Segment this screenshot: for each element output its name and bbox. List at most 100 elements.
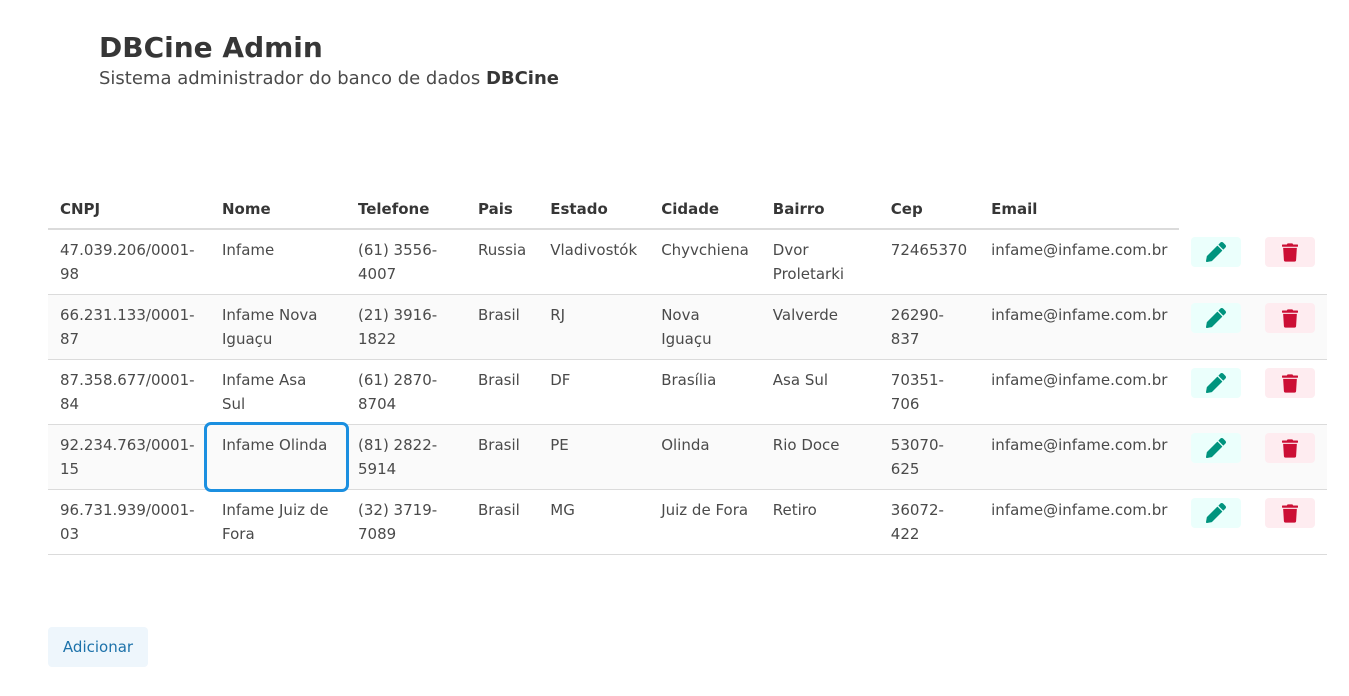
- column-header-pais: Pais: [466, 190, 539, 230]
- cell-email-text: infame@infame.com.br: [991, 241, 1168, 259]
- cell-pais-text: Brasil: [478, 436, 520, 454]
- cell-cidade-text: Nova Iguaçu: [661, 306, 712, 348]
- cell-nome-text: Infame: [222, 241, 275, 259]
- trash-icon: [1282, 503, 1299, 523]
- cell-email-text: infame@infame.com.br: [991, 436, 1168, 454]
- column-header-estado: Estado: [538, 190, 650, 230]
- cell-edit: [1179, 359, 1254, 425]
- cell-bairro: Valverde: [760, 294, 879, 360]
- cell-estado: MG: [538, 489, 650, 555]
- column-header-email: Email: [979, 190, 1180, 230]
- column-header-edit: [1179, 190, 1253, 229]
- cell-bairro: Rio Doce: [760, 424, 879, 490]
- table-row: 87.358.677/0001-84 Infame Asa Sul (61) 287…: [48, 359, 1328, 425]
- cell-estado: PE: [538, 424, 650, 490]
- pencil-glyph: [1206, 373, 1227, 393]
- trash-icon: [1282, 308, 1299, 328]
- cell-email-text: infame@infame.com.br: [991, 371, 1168, 389]
- delete-button[interactable]: [1265, 303, 1316, 333]
- cell-estado-text: DF: [550, 371, 571, 389]
- cell-cnpj: 66.231.133/0001-87: [48, 294, 210, 360]
- page-subtitle: Sistema administrador do banco de dados …: [99, 66, 559, 92]
- cell-delete: [1253, 424, 1328, 490]
- cell-pais: Brasil: [466, 294, 539, 360]
- trash-glyph: [1282, 308, 1299, 328]
- cell-cidade: Juiz de Fora: [649, 489, 761, 555]
- cell-delete: [1253, 359, 1328, 425]
- cell-estado-text: PE: [550, 436, 569, 454]
- cell-cnpj-text: 96.731.939/0001-03: [60, 501, 195, 543]
- edit-button[interactable]: [1191, 498, 1242, 528]
- cell-telefone-text: (32) 3719-7089: [358, 501, 438, 543]
- cell-cep: 70351-706: [878, 359, 980, 425]
- column-header-nome: Nome: [210, 190, 346, 230]
- cell-cep-text: 36072-422: [890, 501, 944, 543]
- cell-cnpj: 87.358.677/0001-84: [48, 359, 210, 425]
- cell-telefone-text: (21) 3916-1822: [358, 306, 438, 348]
- cell-edit: [1179, 424, 1254, 490]
- trash-icon: [1282, 373, 1299, 393]
- pencil-glyph: [1206, 308, 1227, 328]
- cell-email-text: infame@infame.com.br: [991, 501, 1168, 519]
- cell-pais: Brasil: [466, 424, 539, 490]
- cell-email: infame@infame.com.br: [979, 294, 1180, 360]
- edit-button[interactable]: [1191, 303, 1242, 333]
- delete-button[interactable]: [1265, 368, 1316, 398]
- cell-telefone-text: (61) 3556-4007: [358, 241, 438, 283]
- cell-nome-focused: Infame Olinda: [204, 421, 349, 492]
- cell-cidade-text: Chyvchiena: [661, 241, 749, 259]
- pencil-icon: [1206, 503, 1227, 523]
- cell-cnpj: 47.039.206/0001-98: [48, 229, 210, 295]
- cell-cidade: Brasília: [649, 359, 761, 425]
- column-header-cidade: Cidade: [649, 190, 761, 230]
- table-row: 92.234.763/0001-15 Infame Olinda (81) 2822…: [48, 421, 1328, 492]
- cell-estado: Vladivostók: [538, 229, 650, 295]
- trash-icon: [1282, 438, 1299, 458]
- delete-button[interactable]: [1265, 498, 1316, 528]
- cell-email: infame@infame.com.br: [979, 229, 1180, 295]
- cell-telefone-text: (61) 2870-8704: [358, 371, 438, 413]
- pencil-glyph: [1206, 503, 1227, 523]
- cell-bairro-text: Valverde: [772, 306, 838, 324]
- column-header-bairro: Bairro: [760, 190, 879, 230]
- cell-cnpj-text: 47.039.206/0001-98: [60, 241, 195, 283]
- cell-pais-text: Brasil: [478, 501, 520, 519]
- trash-icon: [1282, 242, 1299, 262]
- delete-button[interactable]: [1265, 433, 1316, 463]
- cell-telefone-text: (81) 2822-5914: [358, 436, 438, 478]
- cell-nome: Infame Asa Sul: [210, 359, 346, 425]
- cell-estado-text: MG: [550, 501, 575, 519]
- edit-button[interactable]: [1191, 237, 1242, 267]
- cell-estado-text: Vladivostók: [550, 241, 638, 259]
- cell-cep-text: 26290-837: [890, 306, 944, 348]
- cell-edit: [1179, 294, 1254, 360]
- pencil-icon: [1206, 308, 1227, 328]
- column-header-cnpj: CNPJ: [48, 190, 210, 230]
- cell-cidade-text: Olinda: [661, 436, 710, 454]
- cell-nome-text: Infame Juiz de Fora: [222, 501, 329, 543]
- cell-pais-text: Brasil: [478, 371, 520, 389]
- cell-bairro: Dvor Proletarki: [760, 229, 879, 295]
- cell-nome: Infame: [210, 229, 346, 295]
- cell-cep-text: 70351-706: [890, 371, 944, 413]
- table-row: 66.231.133/0001-87 Infame Nova Iguaçu (21)…: [48, 294, 1328, 360]
- cell-estado: DF: [538, 359, 650, 425]
- cell-delete: [1253, 294, 1328, 360]
- delete-button[interactable]: [1265, 237, 1316, 267]
- cell-bairro-text: Asa Sul: [772, 371, 829, 389]
- cell-email: infame@infame.com.br: [979, 489, 1180, 555]
- pencil-glyph: [1206, 438, 1227, 458]
- cell-cnpj-text: 92.234.763/0001-15: [60, 436, 195, 478]
- table-row: 96.731.939/0001-03 Infame Juiz de Fora (32…: [48, 489, 1328, 555]
- cell-cidade: Chyvchiena: [649, 229, 761, 295]
- column-header-cep: Cep: [878, 190, 980, 230]
- cell-cep-text: 53070-625: [890, 436, 944, 478]
- add-button[interactable]: Adicionar: [48, 627, 148, 667]
- cell-bairro: Asa Sul: [760, 359, 879, 425]
- cell-telefone: (32) 3719-7089: [346, 489, 466, 555]
- column-header-telefone: Telefone: [346, 190, 466, 230]
- edit-button[interactable]: [1191, 368, 1242, 398]
- edit-button[interactable]: [1191, 433, 1242, 463]
- trash-glyph: [1282, 503, 1299, 523]
- cell-email: infame@infame.com.br: [979, 424, 1180, 490]
